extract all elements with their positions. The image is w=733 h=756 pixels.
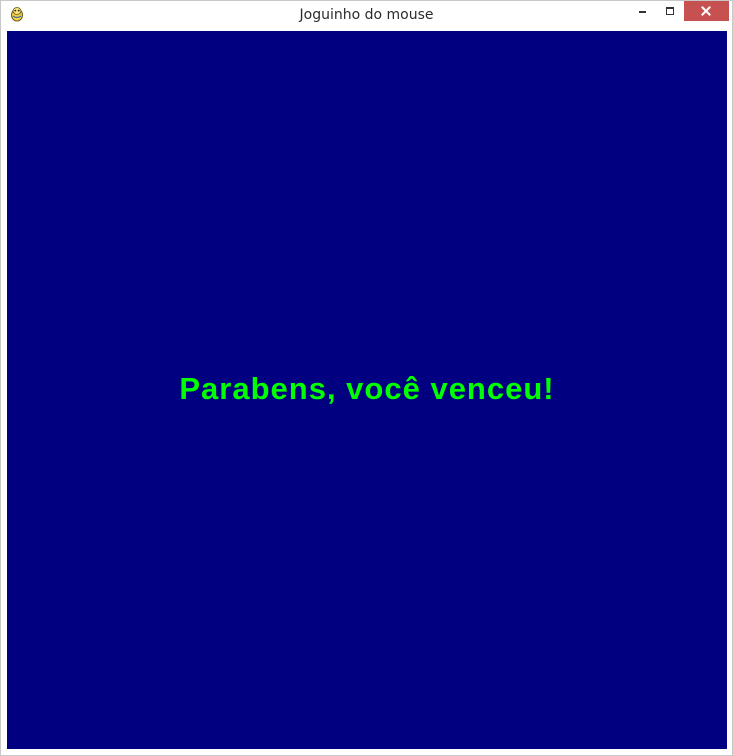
victory-message: Parabens, você venceu! (179, 371, 555, 406)
title-bar[interactable]: Joguinho do mouse (1, 1, 732, 30)
game-canvas[interactable]: Parabens, você venceu! (7, 31, 727, 749)
close-button[interactable] (684, 1, 729, 21)
app-window: Joguinho do mouse Parabens, você venceu! (0, 0, 733, 756)
maximize-button[interactable] (657, 1, 683, 21)
window-title: Joguinho do mouse (299, 7, 434, 23)
minimize-button[interactable] (629, 1, 656, 21)
